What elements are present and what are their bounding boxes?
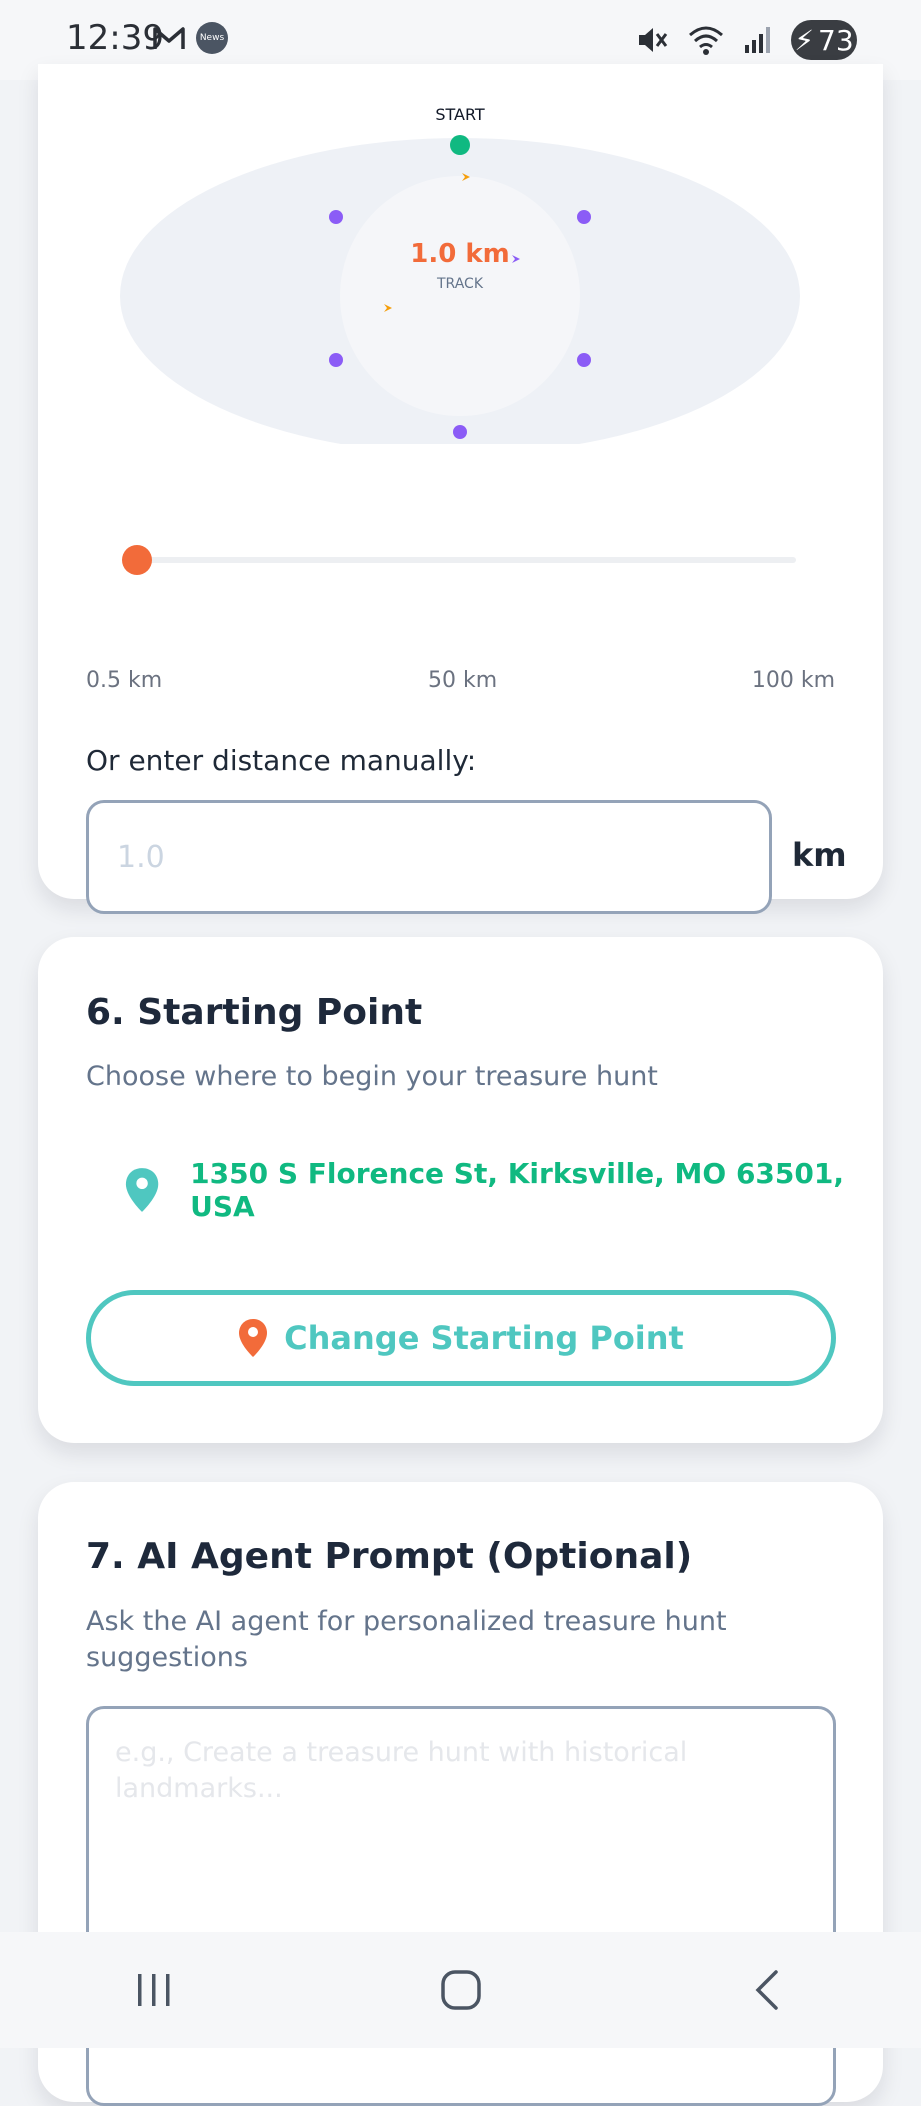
- unit-label: km: [792, 836, 847, 874]
- start-marker[interactable]: [450, 135, 470, 155]
- wifi-icon: [689, 26, 723, 55]
- home-icon: [440, 1970, 481, 2010]
- map-pin-icon: [239, 1319, 268, 1357]
- slider-min-label: 0.5 km: [86, 668, 163, 693]
- distance-input[interactable]: [86, 800, 772, 914]
- home-button[interactable]: [421, 1960, 501, 2020]
- track-label: TRACK: [436, 276, 484, 292]
- status-left-icons: News: [152, 22, 228, 54]
- waypoint-marker[interactable]: [329, 210, 343, 224]
- location-pin-icon: [125, 1168, 159, 1212]
- slider-mid-label: 50 km: [428, 668, 498, 693]
- recents-icon: [137, 1974, 169, 2006]
- waypoint-marker[interactable]: [577, 210, 591, 224]
- manual-distance-label: Or enter distance manually:: [86, 744, 477, 777]
- distance-card: START 1.0 km TRACK 0.5 km 50 km 100 km O…: [38, 64, 883, 914]
- status-time: 12:39: [66, 18, 164, 58]
- starting-address-row: 1350 S Florence St, Kirksville, MO 63501…: [124, 1157, 883, 1223]
- mail-icon: [153, 27, 185, 49]
- battery-charging-icon: ⚡ 73: [791, 20, 857, 60]
- back-button[interactable]: [728, 1960, 808, 2020]
- change-starting-point-label: Change Starting Point: [284, 1319, 684, 1357]
- start-label: START: [435, 105, 485, 124]
- starting-point-title: 6. Starting Point: [86, 992, 423, 1033]
- battery-level: 73: [818, 23, 854, 57]
- track-center-glow: [340, 176, 580, 416]
- track-distance: 1.0 km: [410, 239, 510, 269]
- starting-point-card: 6. Starting Point Choose where to begin …: [38, 937, 883, 1443]
- ai-prompt-title: 7. AI Agent Prompt (Optional): [86, 1536, 693, 1577]
- back-icon: [755, 1970, 778, 2010]
- starting-address: 1350 S Florence St, Kirksville, MO 63501…: [190, 1157, 844, 1223]
- change-starting-point-button[interactable]: Change Starting Point: [86, 1290, 836, 1386]
- starting-point-subtitle: Choose where to begin your treasure hunt: [86, 1061, 658, 1092]
- waypoint-marker[interactable]: [329, 353, 343, 367]
- recents-button[interactable]: [114, 1960, 194, 2020]
- slider-max-label: 100 km: [751, 668, 835, 693]
- signal-icon: [745, 27, 770, 53]
- distance-slider-track[interactable]: [136, 557, 796, 563]
- waypoint-marker[interactable]: [453, 425, 467, 439]
- mute-icon: [639, 28, 668, 52]
- waypoint-marker[interactable]: [577, 353, 591, 367]
- distance-slider-thumb[interactable]: [122, 545, 152, 575]
- navigation-bar: [0, 1932, 921, 2048]
- track-visual: START 1.0 km TRACK: [120, 105, 800, 444]
- status-right-icons: ⚡ 73: [635, 20, 857, 60]
- news-icon: News: [196, 22, 228, 54]
- ai-prompt-subtitle: Ask the AI agent for personalized treasu…: [86, 1606, 727, 1673]
